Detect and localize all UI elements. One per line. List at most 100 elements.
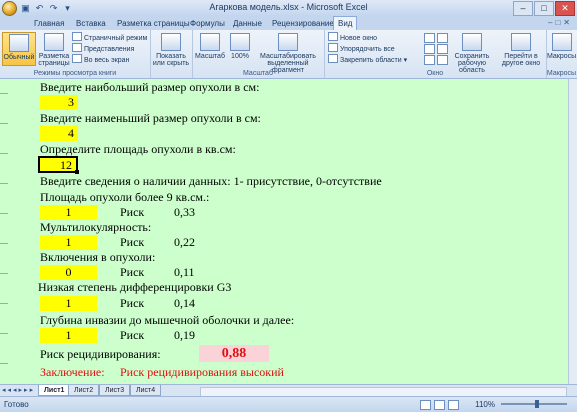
split-icon[interactable] [424, 33, 435, 43]
save-workspace-icon [462, 33, 482, 51]
page-layout-icon [44, 33, 64, 51]
row-header-divider [0, 303, 8, 304]
show-hide-icon [161, 33, 181, 51]
group-label-view-modes: Режимы просмотра книги [33, 70, 117, 77]
min-size-cell[interactable]: 4 [40, 126, 78, 141]
risk-value: 0,14 [174, 296, 195, 310]
save-workspace-button[interactable]: Сохранить рабочую область [446, 32, 498, 74]
full-screen-button[interactable]: Во весь экран [72, 54, 129, 64]
instructions-label: Введите сведения о наличии данных: 1- пр… [40, 174, 382, 188]
sheet-tab-1[interactable]: Лист1 [38, 385, 71, 396]
ribbon: Обычный Разметка страницы Страничный реж… [0, 30, 577, 79]
close-button[interactable]: ✕ [555, 1, 575, 16]
risk-value: 0,19 [174, 328, 195, 342]
ribbon-window-controls[interactable]: –□✕ [548, 18, 573, 27]
vertical-scrollbar[interactable] [568, 79, 577, 384]
page-layout-view-icon[interactable] [434, 400, 445, 410]
zoom-100-icon [230, 33, 250, 51]
tab-insert[interactable]: Вставка [72, 17, 110, 30]
row-header-divider [0, 93, 8, 94]
recurrence-risk-value[interactable]: 0,88 [199, 345, 269, 362]
row-header-divider [0, 363, 8, 364]
status-text: Готово [4, 400, 29, 409]
tab-review[interactable]: Рецензирование [268, 17, 338, 30]
row-header-divider [0, 273, 8, 274]
area-cell-selected[interactable]: 12 [38, 156, 79, 174]
switch-windows-icon [511, 33, 531, 51]
macros-icon [551, 33, 572, 51]
window-title: Агаркова модель.xlsx - Microsoft Excel [209, 2, 368, 12]
status-bar: Готово 110% [0, 396, 577, 412]
factor-value-cell[interactable]: 1 [40, 205, 97, 220]
freeze-panes-button[interactable]: Закрепить области ▾ [328, 54, 407, 64]
normal-view-button[interactable]: Обычный [2, 32, 36, 66]
risk-value: 0,33 [174, 205, 195, 219]
factor-value-cell[interactable]: 1 [40, 235, 97, 250]
row-header-divider [0, 153, 8, 154]
zoom-slider-knob[interactable] [535, 400, 539, 408]
sheet-navigation-arrows[interactable]: ◂◂◂▸▸▸ [2, 386, 35, 394]
tab-formulas[interactable]: Формулы [186, 17, 229, 30]
custom-views-button[interactable]: Представления [72, 43, 134, 53]
factor-label: Низкая степень дифференцировки G3 [38, 280, 232, 294]
risk-word: Риск [120, 235, 145, 249]
sheet-tab-4[interactable]: Лист4 [130, 385, 162, 396]
magnifier-icon [200, 33, 220, 51]
factor-label: Площадь опухоли более 9 кв.см.: [40, 190, 210, 204]
zoom-selection-icon [278, 33, 298, 51]
factor-value-cell[interactable]: 1 [40, 328, 97, 343]
conclusion-value: Риск рецидивирования высокий [120, 365, 284, 379]
normal-view-icon[interactable] [420, 400, 431, 410]
view-shortcuts [420, 400, 459, 410]
minimize-button[interactable]: – [513, 1, 533, 16]
group-show-hide: Показать или скрыть [150, 30, 193, 78]
group-label-zoom: Масштаб [243, 70, 273, 77]
factor-value-cell[interactable]: 1 [40, 296, 97, 311]
max-size-cell[interactable]: 3 [40, 95, 78, 110]
factor-value-cell[interactable]: 0 [40, 265, 97, 280]
group-window: Новое окно Упорядочить все Закрепить обл… [324, 30, 547, 78]
zoom-level[interactable]: 110% [475, 400, 495, 409]
tab-data[interactable]: Данные [229, 17, 266, 30]
zoom-button[interactable]: Масштаб [193, 32, 227, 66]
page-layout-button[interactable]: Разметка страницы [37, 32, 71, 67]
group-zoom: Масштаб 100% Масштабировать выделенный ф… [192, 30, 325, 78]
tab-home[interactable]: Главная [30, 17, 68, 30]
show-hide-button[interactable]: Показать или скрыть [152, 32, 190, 67]
risk-value: 0,22 [174, 235, 195, 249]
arrange-all-button[interactable]: Упорядочить все [328, 43, 395, 53]
row-header-divider [0, 243, 8, 244]
unhide-window-icon[interactable] [424, 55, 435, 65]
sheet-tab-3[interactable]: Лист3 [99, 385, 131, 396]
switch-windows-button[interactable]: Перейти в другое окно [498, 32, 544, 67]
hide-window-icon[interactable] [424, 44, 435, 54]
page-break-icon [72, 32, 82, 41]
new-window-button[interactable]: Новое окно [328, 32, 377, 42]
maximize-button[interactable]: □ [534, 1, 554, 16]
ribbon-tabs: Главная Вставка Разметка страницы Формул… [0, 16, 577, 30]
group-macros: Макросы Макросы [546, 30, 577, 78]
new-window-icon [328, 32, 338, 41]
page-break-view-icon[interactable] [448, 400, 459, 410]
area-label: Определите площадь опухоли в кв.см: [40, 142, 236, 156]
title-bar: ▣ ↶ ↷ ▾ Агаркова модель.xlsx - Microsoft… [0, 0, 577, 16]
macros-button[interactable]: Макросы [547, 32, 576, 66]
factor-label: Включения в опухоли: [40, 250, 156, 264]
risk-word: Риск [120, 296, 145, 310]
tab-page-layout[interactable]: Разметка страницы [113, 17, 194, 30]
row-header-divider [0, 183, 8, 184]
window-controls: – □ ✕ [513, 1, 575, 16]
sheet-tab-2[interactable]: Лист2 [68, 385, 100, 396]
zoom-slider[interactable] [501, 400, 567, 408]
risk-word: Риск [120, 205, 145, 219]
conclusion-label: Заключение: [40, 365, 105, 379]
tab-view[interactable]: Вид [333, 16, 358, 30]
zoom-100-button[interactable]: 100% [227, 32, 253, 66]
normal-view-icon [9, 34, 29, 52]
arrange-all-icon [328, 43, 338, 52]
zoom-to-selection-button[interactable]: Масштабировать выделенный фрагмент [254, 32, 322, 74]
group-label-window: Окно [426, 70, 444, 77]
freeze-panes-icon [328, 54, 338, 63]
group-view-modes: Обычный Разметка страницы Страничный реж… [0, 30, 151, 78]
page-break-preview-button[interactable]: Страничный режим [72, 32, 147, 42]
